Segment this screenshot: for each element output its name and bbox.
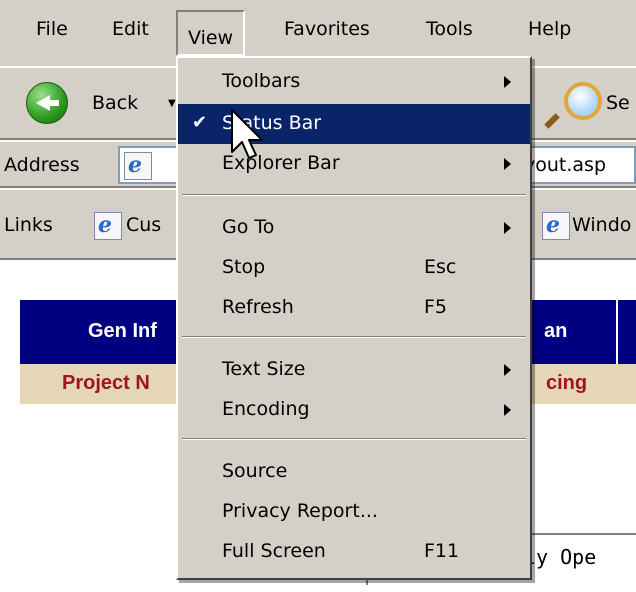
search-icon[interactable]: [564, 82, 602, 120]
header-divider: [616, 300, 618, 364]
submenu-arrow-icon: [504, 158, 511, 170]
subheader-cell-project[interactable]: Project N: [62, 372, 150, 395]
back-dropdown-icon[interactable]: ▼: [168, 98, 176, 109]
menu-item-label: Go To: [222, 216, 275, 238]
menu-separator: [182, 438, 526, 440]
menu-item-label: Privacy Report...: [222, 500, 378, 522]
back-button-label[interactable]: Back: [92, 92, 138, 114]
links-label: Links: [4, 214, 53, 236]
menu-item-toolbars[interactable]: Toolbars: [178, 62, 530, 102]
menu-help[interactable]: Help: [528, 18, 571, 40]
menu-separator: [182, 194, 526, 196]
search-button-label[interactable]: Se: [606, 92, 630, 114]
menu-item-label: Source: [222, 460, 288, 482]
header-cell-plan[interactable]: an: [544, 320, 567, 343]
submenu-arrow-icon: [504, 222, 511, 234]
menu-item-label: Encoding: [222, 398, 310, 420]
shortcut-label: Esc: [424, 256, 457, 278]
search-handle-icon: [544, 113, 560, 129]
menu-item-label: Stop: [222, 256, 266, 278]
subheader-cell-pricing[interactable]: cing: [546, 372, 587, 395]
menu-item-full-screen[interactable]: Full Screen F11: [178, 532, 530, 572]
menu-item-encoding[interactable]: Encoding: [178, 390, 530, 430]
shortcut-label: F11: [424, 540, 460, 562]
submenu-arrow-icon: [504, 76, 511, 88]
menu-item-refresh[interactable]: Refresh F5: [178, 288, 530, 328]
menu-item-label: Full Screen: [222, 540, 326, 562]
link-windows[interactable]: Windo: [572, 214, 631, 236]
text-field-value: ly Ope: [524, 545, 597, 569]
menu-item-go-to[interactable]: Go To: [178, 208, 530, 248]
menu-item-label: Refresh: [222, 296, 294, 318]
menu-item-label: Toolbars: [222, 70, 301, 92]
ie-page-icon: e: [124, 152, 152, 180]
ie-link-icon: e: [94, 212, 122, 240]
address-label: Address: [4, 154, 80, 176]
ie-link-icon: e: [542, 212, 570, 240]
menu-item-label: Text Size: [222, 358, 306, 380]
address-url[interactable]: yout.asp: [524, 154, 606, 176]
menu-separator: [182, 336, 526, 338]
shortcut-label: F5: [424, 296, 448, 318]
menu-favorites[interactable]: Favorites: [284, 18, 370, 40]
menu-tools[interactable]: Tools: [426, 18, 473, 40]
submenu-arrow-icon: [504, 404, 511, 416]
menu-item-privacy-report[interactable]: Privacy Report...: [178, 492, 530, 532]
menu-item-source[interactable]: Source: [178, 452, 530, 492]
link-custom[interactable]: Cus: [126, 214, 161, 236]
mouse-cursor-icon: [231, 109, 263, 159]
menu-file[interactable]: File: [36, 18, 68, 40]
menu-view[interactable]: View: [176, 10, 246, 56]
menu-item-text-size[interactable]: Text Size: [178, 350, 530, 390]
back-arrow-icon[interactable]: [26, 82, 68, 124]
menu-item-stop[interactable]: Stop Esc: [178, 248, 530, 288]
header-cell-gen-info[interactable]: Gen Inf: [88, 320, 157, 343]
menu-edit[interactable]: Edit: [112, 18, 149, 40]
checkmark-icon: ✔: [192, 112, 208, 133]
submenu-arrow-icon: [504, 364, 511, 376]
